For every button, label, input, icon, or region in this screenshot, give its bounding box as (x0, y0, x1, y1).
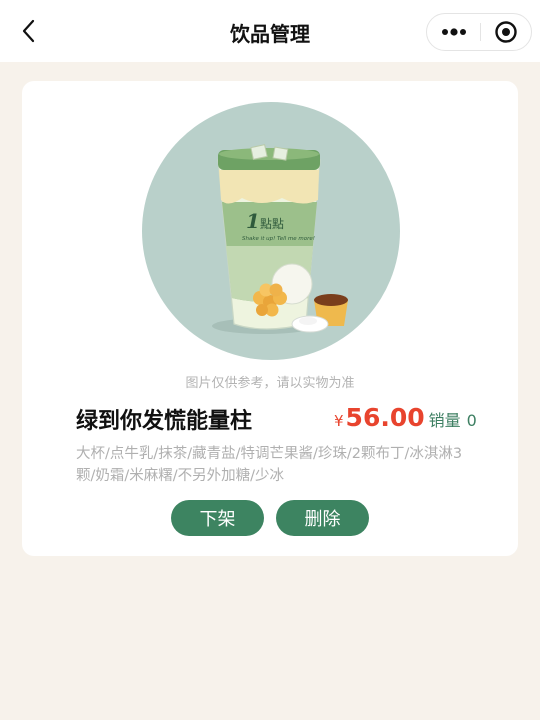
target-circle-icon (495, 21, 517, 43)
nav-bar: 饮品管理 (0, 0, 540, 62)
sales-value: 0 (466, 411, 477, 430)
product-description: 大杯/点牛乳/抹茶/藏青盐/特调芒果酱/珍珠/2颗布丁/冰淇淋3颗/奶霜/米麻糬… (76, 446, 463, 484)
svg-text:點點: 點點 (260, 217, 284, 231)
close-miniapp-button[interactable] (481, 14, 531, 50)
more-button[interactable] (427, 14, 480, 50)
product-name: 绿到你发慌能量柱 (76, 409, 253, 434)
product-price: 56.00 (345, 403, 425, 432)
price-sales: ¥ 56.00 销量 0 (334, 403, 477, 432)
sales-label: 销量 (428, 411, 461, 430)
product-image: 1 點點 Shake it up! Tell me more! (142, 102, 400, 360)
more-dots-icon (441, 28, 466, 36)
currency-symbol: ¥ (334, 412, 344, 430)
image-disclaimer: 图片仅供参考，请以实物为准 (185, 376, 355, 391)
svg-text:1: 1 (246, 209, 260, 233)
product-card: 1 點點 Shake it up! Tell me more! 图片仅供参考，请… (22, 81, 518, 556)
delete-button[interactable]: 删除 (276, 500, 369, 536)
capsule-menu (426, 13, 532, 51)
take-down-button[interactable]: 下架 (171, 500, 264, 536)
svg-text:Shake it up! Tell me more!: Shake it up! Tell me more! (242, 236, 315, 242)
